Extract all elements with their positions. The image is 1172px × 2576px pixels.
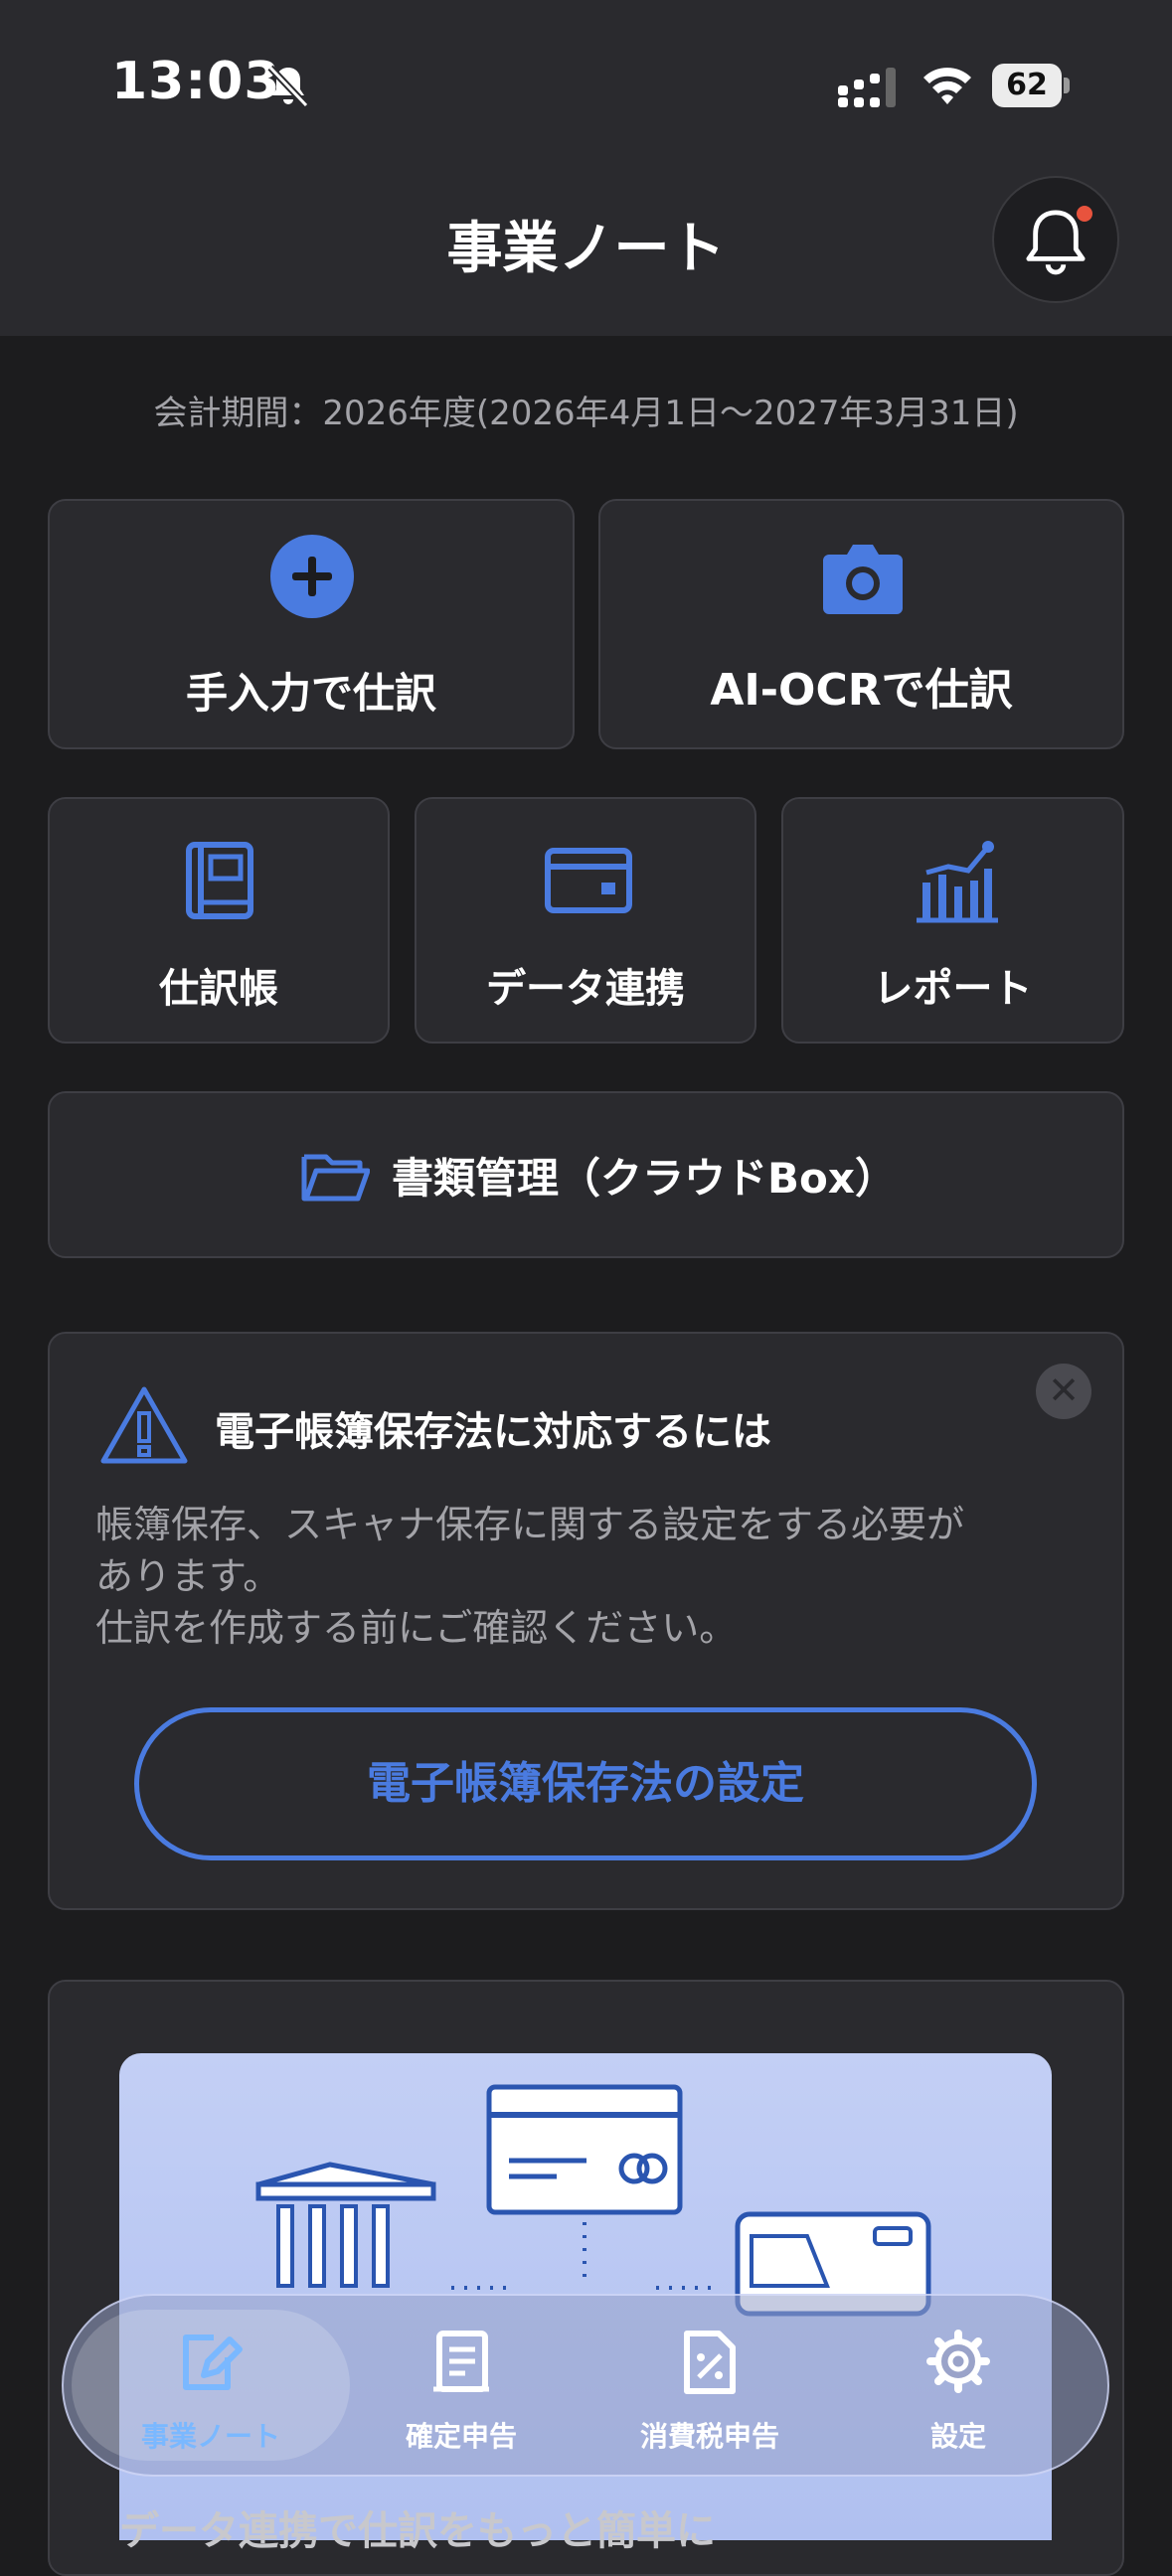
fiscal-period: 会計期間：2026年度(2026年4月1日〜2027年3月31日) [153, 394, 1019, 433]
report-button[interactable]: レポート [781, 797, 1124, 1044]
gear-icon [926, 2330, 990, 2393]
documents-label: 書類管理（クラウドBox） [392, 1154, 897, 1203]
tab-label: 確定申告 [405, 2420, 517, 2453]
tax-percent-icon [684, 2331, 736, 2394]
notice-body-line: 仕訳を作成する前にご確認ください。 [95, 1606, 738, 1650]
tab-label: 設定 [929, 2420, 986, 2453]
data-link-label: データ連携 [486, 966, 685, 1012]
tab-settings[interactable]: 設定 [839, 2320, 1078, 2489]
notice-body-line: 帳簿保存、スキャナ保存に関する設定をする必要が [95, 1503, 965, 1546]
close-icon: ✕ [1048, 1368, 1080, 1412]
wallet-icon [545, 848, 632, 913]
promo-text: データ連携で仕訳をもっと簡単に [119, 2508, 716, 2554]
ai-ocr-label: AI-OCRで仕訳 [710, 665, 1013, 716]
tab-consumption-tax[interactable]: 消費税申告 [590, 2320, 829, 2489]
notification-badge [1077, 206, 1092, 222]
folder-open-icon [301, 1154, 370, 1202]
notification-button[interactable] [992, 176, 1119, 303]
book-icon [186, 842, 253, 919]
wifi-icon [923, 68, 971, 104]
tab-business-note[interactable]: 事業ノート [82, 2320, 340, 2489]
documents-button[interactable]: 書類管理（クラウドBox） [48, 1091, 1124, 1258]
camera-icon [823, 545, 903, 614]
bar-chart-icon [917, 841, 998, 923]
battery-icon: 62 [992, 64, 1070, 107]
manual-entry-button[interactable]: 手入力で仕訳 [48, 499, 575, 749]
journal-button[interactable]: 仕訳帳 [48, 797, 390, 1044]
close-notice-button[interactable]: ✕ [1036, 1364, 1091, 1419]
e-book-settings-button[interactable]: 電子帳簿保存法の設定 [134, 1707, 1037, 1860]
note-edit-icon [183, 2334, 243, 2390]
ai-ocr-button[interactable]: AI-OCRで仕訳 [598, 499, 1124, 749]
tab-label: 消費税申告 [639, 2420, 779, 2453]
bell-icon [1026, 210, 1086, 275]
status-time: 13:03 [111, 52, 281, 111]
add-circle-icon [270, 535, 354, 618]
warning-icon [100, 1386, 188, 1464]
notice-body: 帳簿保存、スキャナ保存に関する設定をする必要が あります。 仕訳を作成する前にご… [95, 1499, 1080, 1654]
receipt-icon [433, 2331, 489, 2392]
battery-level: 62 [992, 64, 1062, 107]
manual-entry-label: 手入力で仕訳 [185, 669, 436, 718]
journal-label: 仕訳帳 [159, 966, 278, 1012]
cellular-signal-icon [838, 68, 896, 107]
silent-mode-icon [267, 65, 309, 108]
tab-label: 事業ノート [140, 2420, 280, 2453]
notice-body-line: あります。 [95, 1554, 281, 1598]
notice-title: 電子帳簿保存法に対応するには [215, 1409, 771, 1455]
tab-tax-return[interactable]: 確定申告 [342, 2320, 581, 2489]
report-label: レポート [873, 966, 1033, 1012]
data-link-button[interactable]: データ連携 [415, 797, 756, 1044]
